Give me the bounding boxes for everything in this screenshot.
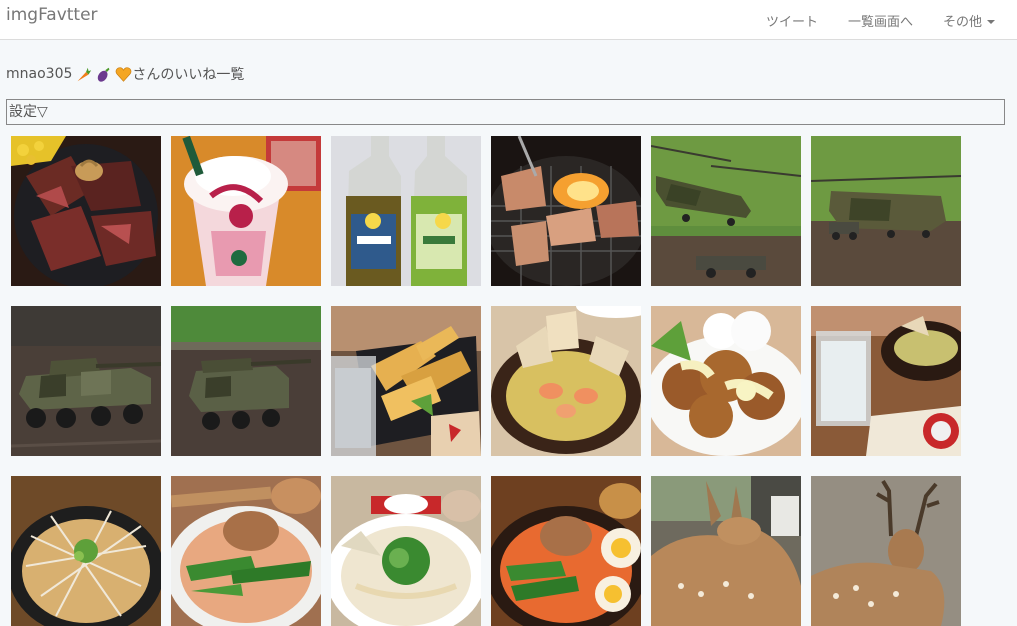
orange-heart-emoji-icon: [115, 66, 132, 83]
karaage-image[interactable]: [651, 306, 801, 456]
ajillo-image[interactable]: [491, 306, 641, 456]
steak-bowl-image[interactable]: [11, 136, 161, 286]
milk-bottles-image[interactable]: [331, 136, 481, 286]
ramen-4-image[interactable]: [491, 476, 641, 626]
username: mnao305: [6, 66, 73, 82]
grilled-meat-image[interactable]: [491, 136, 641, 286]
page-title: mnao305 さんのいいね一覧: [6, 64, 244, 84]
drink-and-dish-image[interactable]: [811, 306, 961, 456]
chinook-helicopter-image[interactable]: [651, 136, 801, 286]
ramen-2-image[interactable]: [171, 476, 321, 626]
strawberry-frappuccino-image[interactable]: [171, 136, 321, 286]
navbar: imgFavtter ツイート 一覧画面へ その他: [0, 0, 1017, 40]
tempura-image[interactable]: [331, 306, 481, 456]
nav-tweet-link[interactable]: ツイート: [751, 11, 833, 30]
carrot-emoji-icon: [75, 66, 92, 83]
ramen-1-image[interactable]: [11, 476, 161, 626]
nav-other-dropdown[interactable]: その他: [928, 11, 1017, 30]
deer-2-image[interactable]: [811, 476, 961, 626]
combat-vehicle-2-image[interactable]: [171, 306, 321, 456]
combat-vehicle-image[interactable]: [11, 306, 161, 456]
eggplant-emoji-icon: [95, 66, 112, 83]
chinook-helicopter-2-image[interactable]: [811, 136, 961, 286]
brand-link[interactable]: imgFavtter: [6, 5, 98, 25]
nav-list-link[interactable]: 一覧画面へ: [833, 11, 928, 30]
settings-toggle[interactable]: 設定▽: [6, 99, 1005, 125]
title-suffix: さんのいいね一覧: [132, 67, 245, 83]
caret-down-icon: [987, 20, 995, 24]
nav-links: ツイート 一覧画面へ その他: [751, 0, 1017, 40]
deer-1-image[interactable]: [651, 476, 801, 626]
nav-other-label: その他: [942, 14, 982, 30]
ramen-3-image[interactable]: [331, 476, 481, 626]
